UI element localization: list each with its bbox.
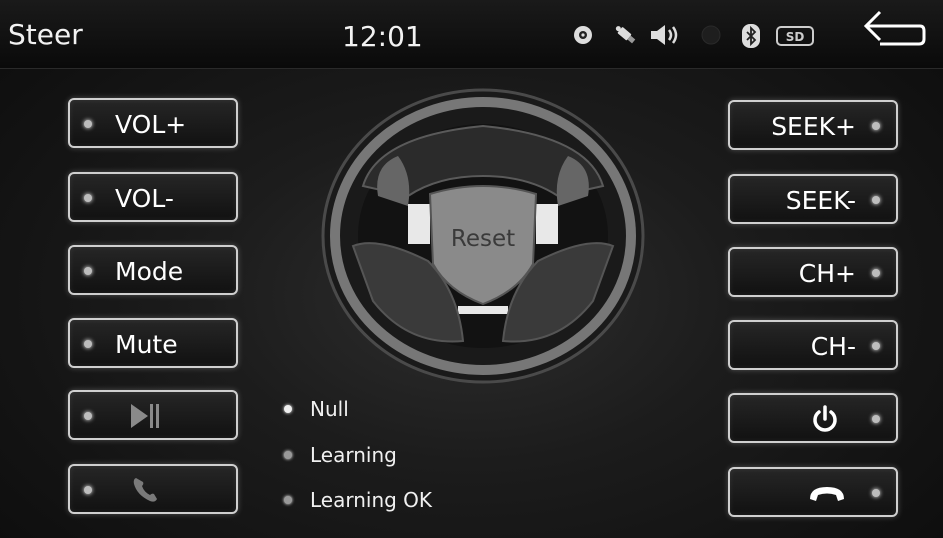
status-dot [84,267,92,275]
phone-answer-button[interactable] [68,464,238,514]
status-learning-label: Learning [310,443,397,467]
status-dot [84,340,92,348]
gps-icon [572,24,594,50]
status-dot [872,122,880,130]
status-bar: Steer 12:01 SD [0,0,943,69]
power-icon [810,404,840,438]
back-arrow-icon [863,10,926,46]
back-button[interactable] [858,6,928,52]
mute-label: Mute [115,330,178,359]
hang-up-button[interactable] [728,467,898,517]
sd-card-icon: SD [776,26,814,50]
clock: 12:01 [342,20,423,53]
page-title: Steer [8,18,83,51]
play-pause-icon [128,401,162,435]
status-dot [872,196,880,204]
vol-down-button[interactable]: VOL- [68,172,238,222]
usb-icon [612,24,640,50]
status-dot [84,486,92,494]
steer-screen: Steer 12:01 SD VOL+ VOL- Mode Mute SEEK+… [0,0,943,538]
seek-down-button[interactable]: SEEK- [728,174,898,224]
status-dot [872,269,880,277]
play-pause-button[interactable] [68,390,238,440]
steering-wheel[interactable]: Reset [318,86,648,386]
phone-icon [130,475,162,509]
mute-button[interactable]: Mute [68,318,238,368]
power-button[interactable] [728,393,898,443]
vol-down-label: VOL- [115,184,174,213]
status-dot [84,194,92,202]
status-dot [872,415,880,423]
status-dot [84,412,92,420]
steering-wheel-graphic [321,88,645,384]
seek-down-label: SEEK- [785,186,856,215]
status-dot [84,120,92,128]
ch-down-button[interactable]: CH- [728,320,898,370]
status-dot [872,342,880,350]
ch-up-label: CH+ [798,259,856,288]
ch-down-label: CH- [810,332,856,361]
sd-card-label: SD [786,30,805,44]
status-dot [284,405,292,413]
vol-up-button[interactable]: VOL+ [68,98,238,148]
status-learning-ok-label: Learning OK [310,488,433,512]
status-dot [284,451,292,459]
bluetooth-icon [740,24,762,52]
mode-label: Mode [115,257,184,286]
speaker-icon [650,24,684,50]
mode-button[interactable]: Mode [68,245,238,295]
hang-up-icon [808,483,846,509]
status-dot [872,489,880,497]
indicator-off-icon [700,24,722,50]
seek-up-label: SEEK+ [771,112,856,141]
vol-up-label: VOL+ [115,110,187,139]
ch-up-button[interactable]: CH+ [728,247,898,297]
seek-up-button[interactable]: SEEK+ [728,100,898,150]
status-null-label: Null [310,397,349,421]
status-dot [284,496,292,504]
